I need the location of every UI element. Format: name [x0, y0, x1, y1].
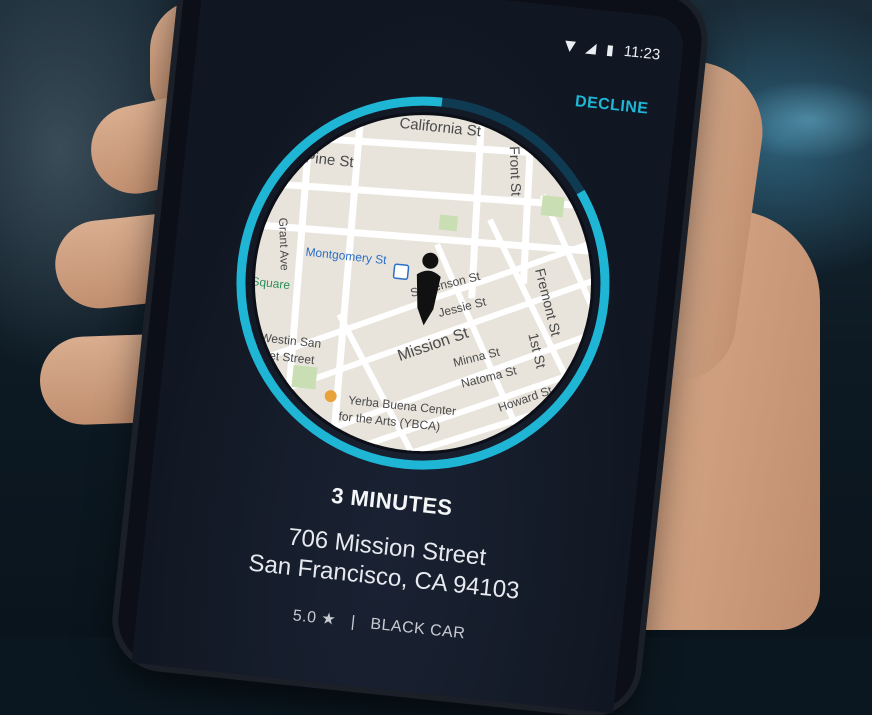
phone-screen: ▼ ◢ ▮ 11:23 DECLINE California St Pine S… — [131, 0, 687, 714]
meta-separator: | — [350, 613, 357, 631]
service-type: BLACK CAR — [369, 615, 467, 643]
battery-icon: ▮ — [605, 41, 615, 59]
signal-icon: ◢ — [584, 39, 598, 57]
phone-device: ▼ ◢ ▮ 11:23 DECLINE California St Pine S… — [113, 0, 707, 715]
status-time: 11:23 — [622, 42, 661, 64]
transit-station-icon — [392, 263, 410, 280]
status-bar: ▼ ◢ ▮ 11:23 — [564, 37, 661, 64]
map-view[interactable]: California St Pine St St Front St Grant … — [214, 74, 632, 492]
label-front-st: Front St — [507, 146, 525, 196]
map-ring: California St Pine St St Front St Grant … — [214, 74, 632, 492]
label-grant-ave: Grant Ave — [276, 217, 292, 271]
wifi-icon: ▼ — [564, 37, 577, 55]
rider-rating: 5.0 ★ — [291, 607, 338, 629]
trip-info: 3 MINUTES 706 Mission Street San Francis… — [137, 464, 634, 660]
